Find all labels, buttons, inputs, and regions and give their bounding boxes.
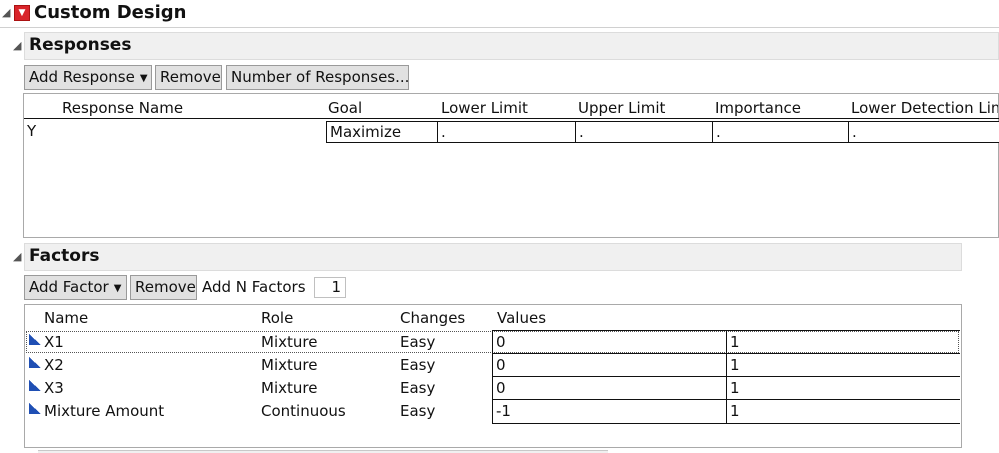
detection-limit-cell[interactable]: . (848, 121, 999, 143)
factor-low-value[interactable]: 0 (496, 333, 506, 351)
factor-changes[interactable]: Easy (400, 356, 435, 374)
dropdown-arrow-icon: ▼ (113, 283, 122, 294)
add-n-factors-label: Add N Factors (202, 278, 306, 296)
grid-line (492, 330, 493, 423)
continuous-factor-icon (29, 334, 41, 345)
col-lower-limit[interactable]: Lower Limit (441, 99, 528, 117)
continuous-factor-icon (29, 357, 41, 368)
responses-header-label: Responses (29, 35, 132, 55)
factor-changes[interactable]: Easy (400, 379, 435, 397)
add-response-button[interactable]: Add Response ▼ (24, 65, 152, 90)
number-of-responses-button[interactable]: Number of Responses... (226, 65, 409, 90)
dropdown-arrow-icon: ▼ (139, 73, 148, 84)
responses-header: Responses (24, 32, 999, 60)
importance-cell[interactable]: . (712, 121, 849, 143)
factor-role[interactable]: Continuous (261, 402, 346, 420)
number-of-responses-label: Number of Responses... (231, 68, 410, 86)
factor-low-value[interactable]: 0 (496, 356, 506, 374)
add-factor-label: Add Factor (29, 278, 109, 296)
continuous-factor-icon (29, 380, 41, 391)
col-upper-limit[interactable]: Upper Limit (578, 99, 665, 117)
factor-name[interactable]: Mixture Amount (44, 402, 164, 420)
collapse-icon[interactable]: ◢ (2, 6, 10, 19)
grid-line (726, 330, 727, 423)
col-importance[interactable]: Importance (715, 99, 801, 117)
factor-high-value[interactable]: 1 (730, 333, 740, 351)
factor-low-value[interactable]: 0 (496, 379, 506, 397)
table-divider (24, 118, 999, 119)
remove-factor-label: Remove (135, 278, 196, 296)
factor-role[interactable]: Mixture (261, 356, 317, 374)
remove-response-button[interactable]: Remove (155, 65, 222, 90)
remove-factor-button[interactable]: Remove (130, 275, 197, 300)
responses-collapse-icon[interactable]: ◢ (13, 39, 21, 52)
red-triangle-menu-icon[interactable]: ▼ (14, 5, 30, 21)
factors-collapse-icon[interactable]: ◢ (13, 250, 21, 263)
add-n-factors-input[interactable]: 1 (314, 277, 346, 298)
upper-limit-cell[interactable]: . (575, 121, 713, 143)
factor-changes[interactable]: Easy (400, 333, 435, 351)
factor-high-value[interactable]: 1 (730, 379, 740, 397)
factor-role[interactable]: Mixture (261, 333, 317, 351)
col-lower-detection-limit[interactable]: Lower Detection Lim (851, 99, 998, 117)
col-goal[interactable]: Goal (328, 99, 362, 117)
add-factor-button[interactable]: Add Factor ▼ (24, 275, 127, 300)
factor-name[interactable]: X3 (44, 379, 64, 397)
factor-high-value[interactable]: 1 (730, 402, 740, 420)
col-name[interactable]: Name (44, 309, 88, 327)
goal-cell[interactable]: Maximize (326, 121, 438, 143)
continuous-factor-icon (29, 403, 41, 414)
divider (0, 27, 999, 28)
response-name-cell[interactable]: Y (27, 122, 36, 140)
factor-name[interactable]: X2 (44, 356, 64, 374)
remove-response-label: Remove (160, 68, 221, 86)
factor-role[interactable]: Mixture (261, 379, 317, 397)
lower-limit-cell[interactable]: . (437, 121, 576, 143)
col-values[interactable]: Values (497, 309, 546, 327)
factor-high-value[interactable]: 1 (730, 356, 740, 374)
factor-changes[interactable]: Easy (400, 402, 435, 420)
page-title: Custom Design (34, 2, 187, 23)
factors-header: Factors (24, 243, 962, 271)
col-changes[interactable]: Changes (400, 309, 465, 327)
factor-low-value[interactable]: -1 (496, 402, 511, 420)
add-response-label: Add Response (29, 68, 135, 86)
col-response-name[interactable]: Response Name (62, 99, 183, 117)
factor-name[interactable]: X1 (44, 333, 64, 351)
grid-line (492, 423, 960, 424)
factors-header-label: Factors (29, 246, 100, 266)
col-role[interactable]: Role (261, 309, 293, 327)
